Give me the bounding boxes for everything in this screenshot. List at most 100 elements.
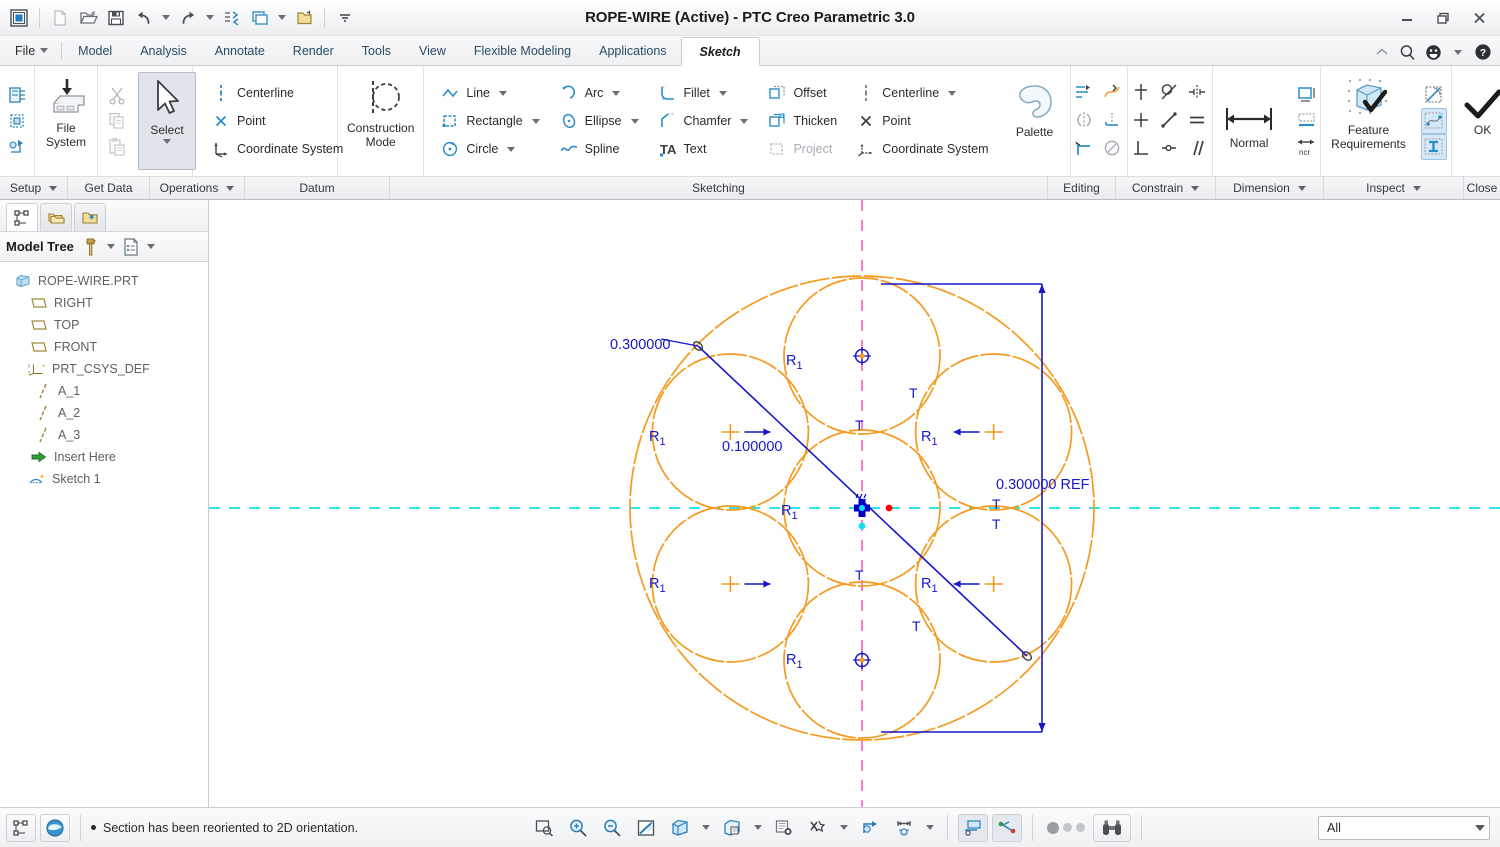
- arc-button[interactable]: Arc: [555, 79, 628, 107]
- sketch-view-icon[interactable]: [4, 108, 30, 134]
- undo-dropdown-icon[interactable]: [162, 15, 170, 20]
- sketch-constraints-icon[interactable]: [991, 813, 1022, 842]
- new-icon[interactable]: [47, 5, 73, 31]
- feature-requirements-button[interactable]: Feature Requirements: [1321, 70, 1417, 168]
- setup-dropdown-icon[interactable]: [49, 185, 58, 191]
- chamfer-dropdown-icon[interactable]: [740, 118, 749, 124]
- sketch-point-button[interactable]: Point: [852, 107, 918, 135]
- view-manager-icon[interactable]: [889, 814, 919, 842]
- sketch-setup-icon[interactable]: [4, 82, 30, 108]
- model-tree-tab-icon[interactable]: [6, 203, 38, 231]
- group-label-constrain[interactable]: Constrain: [1116, 177, 1216, 199]
- window-dropdown-icon[interactable]: [278, 15, 286, 20]
- tab-applications[interactable]: Applications: [585, 36, 680, 65]
- tree-node-front[interactable]: FRONT: [0, 336, 208, 358]
- tree-filter-dropdown-icon[interactable]: [106, 244, 115, 249]
- overlapping-geometry-icon[interactable]: [1421, 82, 1447, 108]
- cut-icon[interactable]: [104, 82, 130, 108]
- browser-toggle-icon[interactable]: [40, 813, 70, 842]
- account-dropdown-icon[interactable]: [1454, 49, 1462, 55]
- tree-node-sketch-1[interactable]: Sketch 1: [0, 468, 208, 490]
- tree-node-a2[interactable]: A_2: [0, 402, 208, 424]
- group-label-setup[interactable]: Setup: [0, 177, 68, 199]
- paste-icon[interactable]: [104, 134, 130, 160]
- line-button[interactable]: Line: [436, 79, 514, 107]
- spline-button[interactable]: Spline: [555, 135, 627, 163]
- operations-dropdown-icon[interactable]: [226, 185, 235, 191]
- qat-overflow-icon[interactable]: [332, 5, 358, 31]
- group-label-datum[interactable]: Datum: [245, 177, 390, 199]
- display-style-icon[interactable]: [665, 814, 695, 842]
- constrain-dropdown-icon[interactable]: [1191, 185, 1200, 191]
- account-icon[interactable]: [1425, 44, 1442, 61]
- tree-node-right[interactable]: RIGHT: [0, 292, 208, 314]
- ellipse-dropdown-icon[interactable]: [630, 118, 639, 124]
- vertical-constraint-icon[interactable]: [1128, 79, 1154, 105]
- saved-views-icon[interactable]: [769, 814, 799, 842]
- display-style-dropdown-icon[interactable]: [701, 825, 710, 830]
- model-tree-toggle-icon[interactable]: [6, 813, 36, 842]
- annotation-display-dropdown-icon[interactable]: [839, 825, 848, 830]
- tree-node-insert-here[interactable]: Insert Here: [0, 446, 208, 468]
- datum-centerline-button[interactable]: Centerline: [207, 79, 301, 107]
- undo-icon[interactable]: [131, 5, 157, 31]
- close-window-icon[interactable]: [291, 5, 317, 31]
- zoom-in-icon[interactable]: [563, 814, 593, 842]
- selection-filter-dropdown[interactable]: All: [1318, 815, 1490, 840]
- reference-dimension-icon[interactable]: ncr: [1294, 134, 1320, 160]
- refit-icon[interactable]: [529, 814, 559, 842]
- view-manager-dropdown-icon[interactable]: [925, 825, 934, 830]
- references-icon[interactable]: [4, 134, 30, 160]
- tab-analysis[interactable]: Analysis: [126, 36, 201, 65]
- tab-annotate[interactable]: Annotate: [201, 36, 279, 65]
- open-folder-icon[interactable]: [75, 5, 101, 31]
- palette-button[interactable]: Palette: [1004, 76, 1066, 142]
- offset-button[interactable]: Offset: [763, 79, 833, 107]
- tab-tools[interactable]: Tools: [348, 36, 405, 65]
- dimension-dropdown-icon[interactable]: [1297, 185, 1306, 191]
- rectangle-dropdown-icon[interactable]: [531, 118, 540, 124]
- collapse-ribbon-icon[interactable]: [1374, 46, 1390, 58]
- ok-button[interactable]: OK: [1452, 70, 1500, 172]
- group-label-dimension[interactable]: Dimension: [1216, 177, 1324, 199]
- text-button[interactable]: TA Text: [654, 135, 714, 163]
- datum-coordinate-system-button[interactable]: Coordinate System: [207, 135, 350, 163]
- rectangle-button[interactable]: Rectangle: [436, 107, 546, 135]
- symmetric-constraint-icon[interactable]: [1184, 79, 1210, 105]
- folder-browser-tab-icon[interactable]: [74, 203, 106, 231]
- redo-dropdown-icon[interactable]: [206, 15, 214, 20]
- datum-display-dropdown-icon[interactable]: [753, 825, 762, 830]
- creo-logo-icon[interactable]: [6, 5, 32, 31]
- group-label-close[interactable]: Close: [1464, 177, 1500, 199]
- tree-node-a1[interactable]: A_1: [0, 380, 208, 402]
- chamfer-button[interactable]: Chamfer: [654, 107, 756, 135]
- highlight-open-ends-icon[interactable]: [1420, 108, 1447, 134]
- coincident-constraint-icon[interactable]: [1156, 135, 1182, 161]
- redo-icon[interactable]: [175, 5, 201, 31]
- baseline-dimension-icon[interactable]: [1294, 108, 1320, 134]
- file-system-button[interactable]: File System: [35, 70, 97, 168]
- construction-mode-button[interactable]: Construction Mode: [338, 70, 423, 168]
- tree-node-csys[interactable]: yz x PRT_CSYS_DEF: [0, 358, 208, 380]
- tree-filter-icon[interactable]: [82, 238, 100, 255]
- perimeter-dimension-icon[interactable]: [1294, 82, 1320, 108]
- tab-sketch[interactable]: Sketch: [680, 37, 760, 66]
- corner-trim-icon[interactable]: [1071, 135, 1097, 161]
- sketch-centerline-dropdown-icon[interactable]: [948, 90, 957, 96]
- datum-point-button[interactable]: Point: [207, 107, 273, 135]
- normal-dimension-button[interactable]: Normal: [1212, 89, 1286, 153]
- copy-icon[interactable]: [104, 108, 130, 134]
- tangent-constraint-icon[interactable]: [1156, 79, 1182, 105]
- divide-icon[interactable]: [1099, 79, 1125, 105]
- tab-render[interactable]: Render: [279, 36, 348, 65]
- group-label-editing[interactable]: Editing: [1048, 177, 1116, 199]
- fillet-button[interactable]: Fillet: [654, 79, 734, 107]
- fillet-dropdown-icon[interactable]: [718, 90, 727, 96]
- sketch-display-icon[interactable]: [957, 813, 988, 842]
- tree-node-part[interactable]: ROPE-WIRE.PRT: [0, 270, 208, 292]
- zoom-out-icon[interactable]: [597, 814, 627, 842]
- modify-icon[interactable]: [1071, 79, 1097, 105]
- select-button[interactable]: Select: [138, 72, 196, 170]
- group-label-operations[interactable]: Operations: [150, 177, 245, 199]
- sketch-centerline-button[interactable]: Centerline: [852, 79, 963, 107]
